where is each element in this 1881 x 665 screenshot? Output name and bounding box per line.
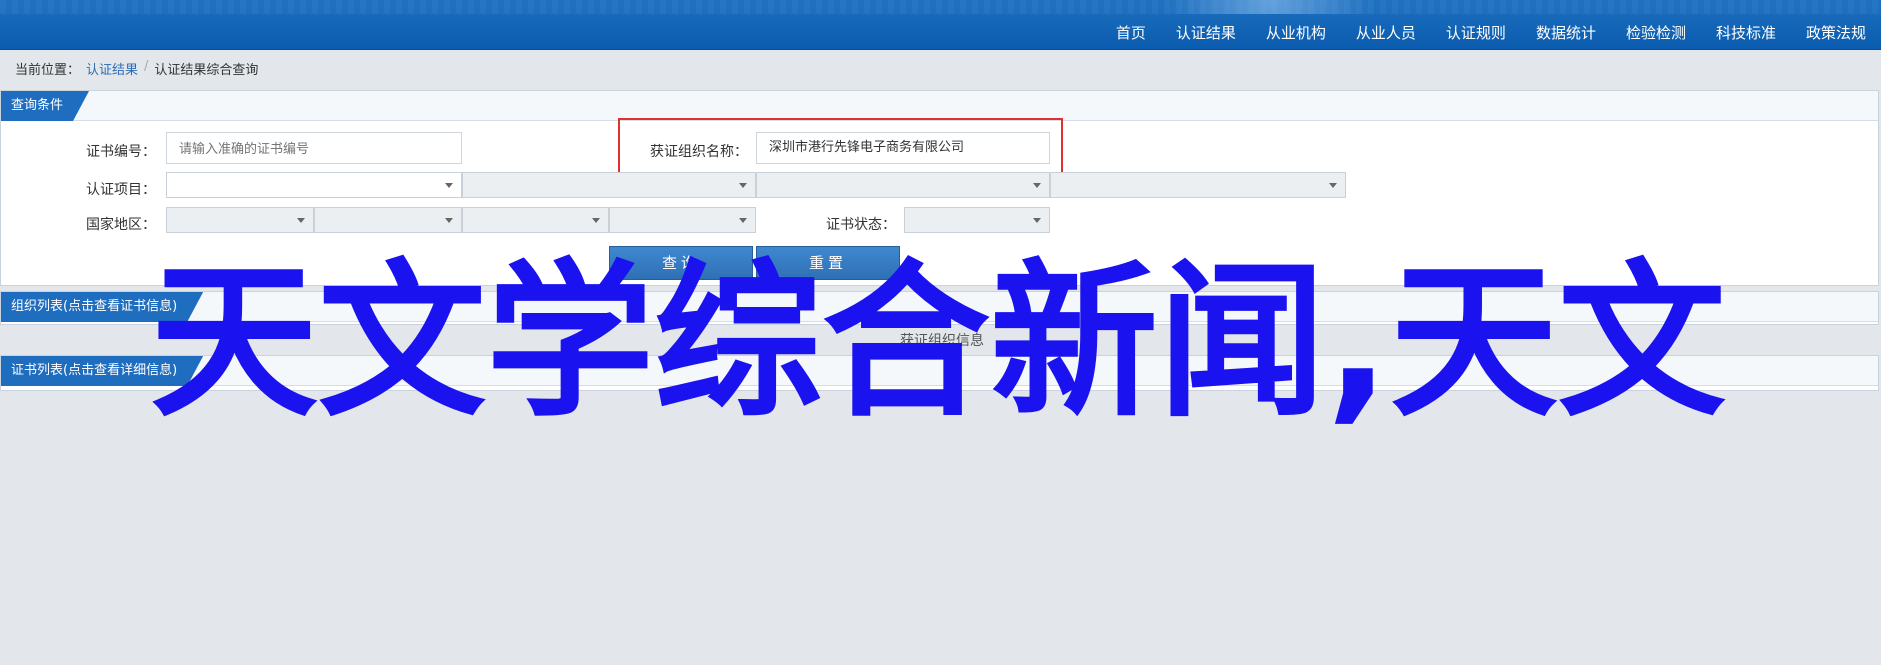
region-select-4[interactable] (609, 207, 756, 233)
nav-policy[interactable]: 政策法规 (1791, 22, 1881, 44)
breadcrumb-prefix: 当前位置： (15, 63, 81, 78)
chevron-down-icon (297, 218, 305, 223)
nav-statistics[interactable]: 数据统计 (1521, 22, 1611, 44)
region-select-2[interactable] (314, 207, 462, 233)
chevron-down-icon (445, 218, 453, 223)
cert-status-select[interactable] (904, 207, 1050, 233)
chevron-down-icon (445, 183, 453, 188)
chevron-down-icon (592, 218, 600, 223)
cert-item-label: 认证项目： (86, 182, 156, 198)
top-navigation-bar: 首页 认证结果 从业机构 从业人员 认证规则 数据统计 检验检测 科技标准 政策… (0, 0, 1881, 50)
chevron-down-icon (1033, 183, 1041, 188)
nav-cert-results[interactable]: 认证结果 (1161, 22, 1251, 44)
breadcrumb-link[interactable]: 认证结果 (86, 59, 138, 78)
nav-personnel[interactable]: 从业人员 (1341, 22, 1431, 44)
header-pattern (0, 0, 1881, 14)
cert-item-select-4[interactable] (1050, 172, 1346, 198)
main-nav: 首页 认证结果 从业机构 从业人员 认证规则 数据统计 检验检测 科技标准 政策… (1101, 22, 1881, 44)
chevron-down-icon (739, 183, 747, 188)
region-select-3[interactable] (462, 207, 609, 233)
chevron-down-icon (739, 218, 747, 223)
breadcrumb-separator: / (144, 59, 149, 74)
header-decoration (1120, 0, 1420, 14)
cert-item-select-2[interactable] (462, 172, 756, 198)
region-label: 国家地区： (86, 217, 156, 233)
cert-status-label: 证书状态： (826, 217, 896, 233)
breadcrumb: 当前位置： 认证结果 / 认证结果综合查询 (15, 59, 258, 78)
query-panel-title: 查询条件 (1, 91, 89, 121)
nav-home[interactable]: 首页 (1101, 22, 1161, 44)
cert-item-select-1[interactable] (166, 172, 462, 198)
nav-institutions[interactable]: 从业机构 (1251, 22, 1341, 44)
breadcrumb-current: 认证结果综合查询 (154, 63, 259, 78)
watermark-text: 天文学综合新闻,天文 (150, 244, 1726, 440)
cert-item-select-3[interactable] (756, 172, 1050, 198)
cert-no-label: 证书编号： (86, 144, 156, 160)
query-panel-header: 查询条件 (1, 91, 1878, 121)
nav-testing[interactable]: 检验检测 (1611, 22, 1701, 44)
cert-no-input[interactable] (166, 132, 462, 164)
highlight-box (618, 118, 1063, 176)
region-select-1[interactable] (166, 207, 314, 233)
chevron-down-icon (1329, 183, 1337, 188)
nav-cert-rules[interactable]: 认证规则 (1431, 22, 1521, 44)
nav-standards[interactable]: 科技标准 (1701, 22, 1791, 44)
chevron-down-icon (1033, 218, 1041, 223)
